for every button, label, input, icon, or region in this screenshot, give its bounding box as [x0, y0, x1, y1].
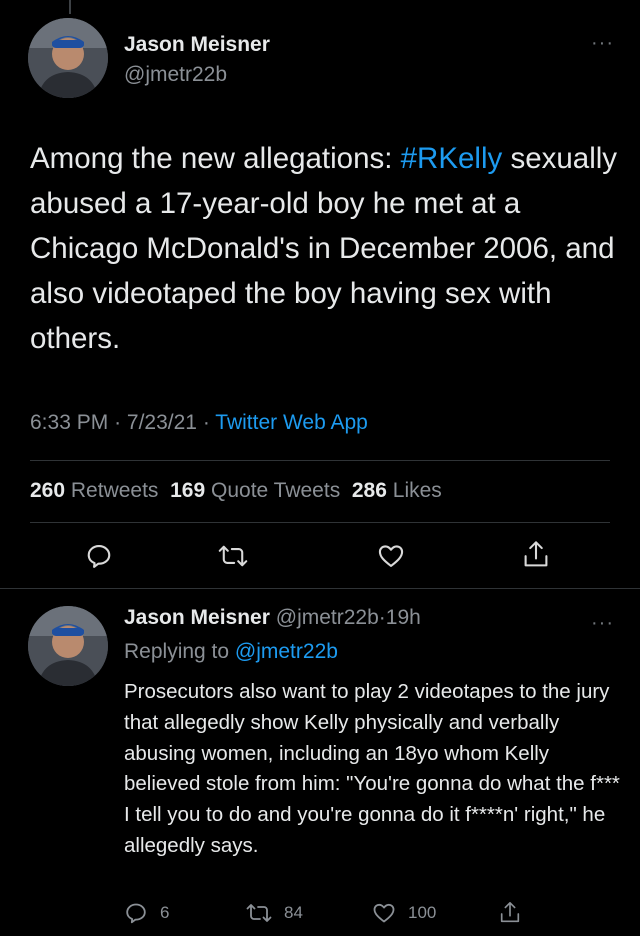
like-icon[interactable] [377, 542, 405, 570]
avatar[interactable] [28, 18, 108, 98]
share-icon[interactable] [498, 901, 522, 925]
quotes-count: 169 [170, 479, 206, 502]
retweet-count: 84 [284, 903, 303, 922]
likes-stat[interactable]: 286 Likes [352, 479, 442, 502]
retweets-count: 260 [30, 479, 66, 502]
reply-author-handle[interactable]: @jmetr22b [276, 606, 379, 629]
quotes-stat[interactable]: 169 Quote Tweets [170, 479, 340, 502]
like-icon[interactable] [372, 901, 396, 925]
tweet-stats: 260 Retweets 169 Quote Tweets 286 Likes [30, 479, 442, 503]
retweet-icon[interactable] [218, 542, 248, 570]
more-icon[interactable]: ··· [591, 612, 614, 635]
tweet-text: Among the new allegations: #RKelly sexua… [30, 136, 620, 361]
divider [30, 460, 610, 461]
divider [30, 522, 610, 523]
tweet-time[interactable]: 6:33 PM [30, 411, 108, 434]
reply-text: Prosecutors also want to play 2 videotap… [124, 680, 620, 857]
replying-to-handle[interactable]: @jmetr22b [235, 640, 338, 663]
retweet-icon[interactable] [246, 901, 272, 925]
retweets-stat[interactable]: 260 Retweets [30, 479, 158, 502]
likes-label: Likes [392, 479, 442, 502]
hashtag-link[interactable]: #RKelly [401, 142, 503, 175]
like-count: 100 [408, 903, 437, 922]
reply-like-action[interactable]: 100 [372, 901, 436, 925]
reply-reply-action[interactable]: 6 [124, 901, 169, 925]
tweet-meta: 6:33 PM · 7/23/21 · Twitter Web App [30, 411, 368, 435]
reply-header: Jason Meisner @jmetr22b·19h [124, 606, 421, 630]
reply-share-action[interactable] [498, 901, 522, 925]
meta-dot: · [202, 411, 210, 434]
tweet-source-app[interactable]: Twitter Web App [215, 411, 368, 434]
reply-retweet-action[interactable]: 84 [246, 901, 303, 925]
reply-age[interactable]: 19h [386, 606, 421, 629]
quotes-label: Quote Tweets [211, 479, 341, 502]
reply-count: 6 [160, 903, 170, 922]
author-name[interactable]: Jason Meisner [124, 33, 270, 57]
replying-to: Replying to @jmetr22b [124, 640, 338, 664]
thread-line [69, 0, 71, 14]
reply-author-name[interactable]: Jason Meisner [124, 606, 270, 629]
reply-avatar[interactable] [28, 606, 108, 686]
meta-dot: · [378, 606, 386, 629]
tweet-date[interactable]: 7/23/21 [127, 411, 197, 434]
meta-dot: · [114, 411, 122, 434]
reply-icon[interactable] [124, 901, 148, 925]
tweet-text-before: Among the new allegations: [30, 142, 401, 175]
author-handle[interactable]: @jmetr22b [124, 63, 227, 87]
replying-prefix: Replying to [124, 640, 230, 663]
share-icon[interactable] [522, 540, 550, 570]
reply-icon[interactable] [85, 542, 113, 570]
retweets-label: Retweets [70, 479, 159, 502]
more-icon[interactable]: ··· [591, 32, 614, 55]
likes-count: 286 [351, 479, 387, 502]
divider [0, 588, 640, 589]
